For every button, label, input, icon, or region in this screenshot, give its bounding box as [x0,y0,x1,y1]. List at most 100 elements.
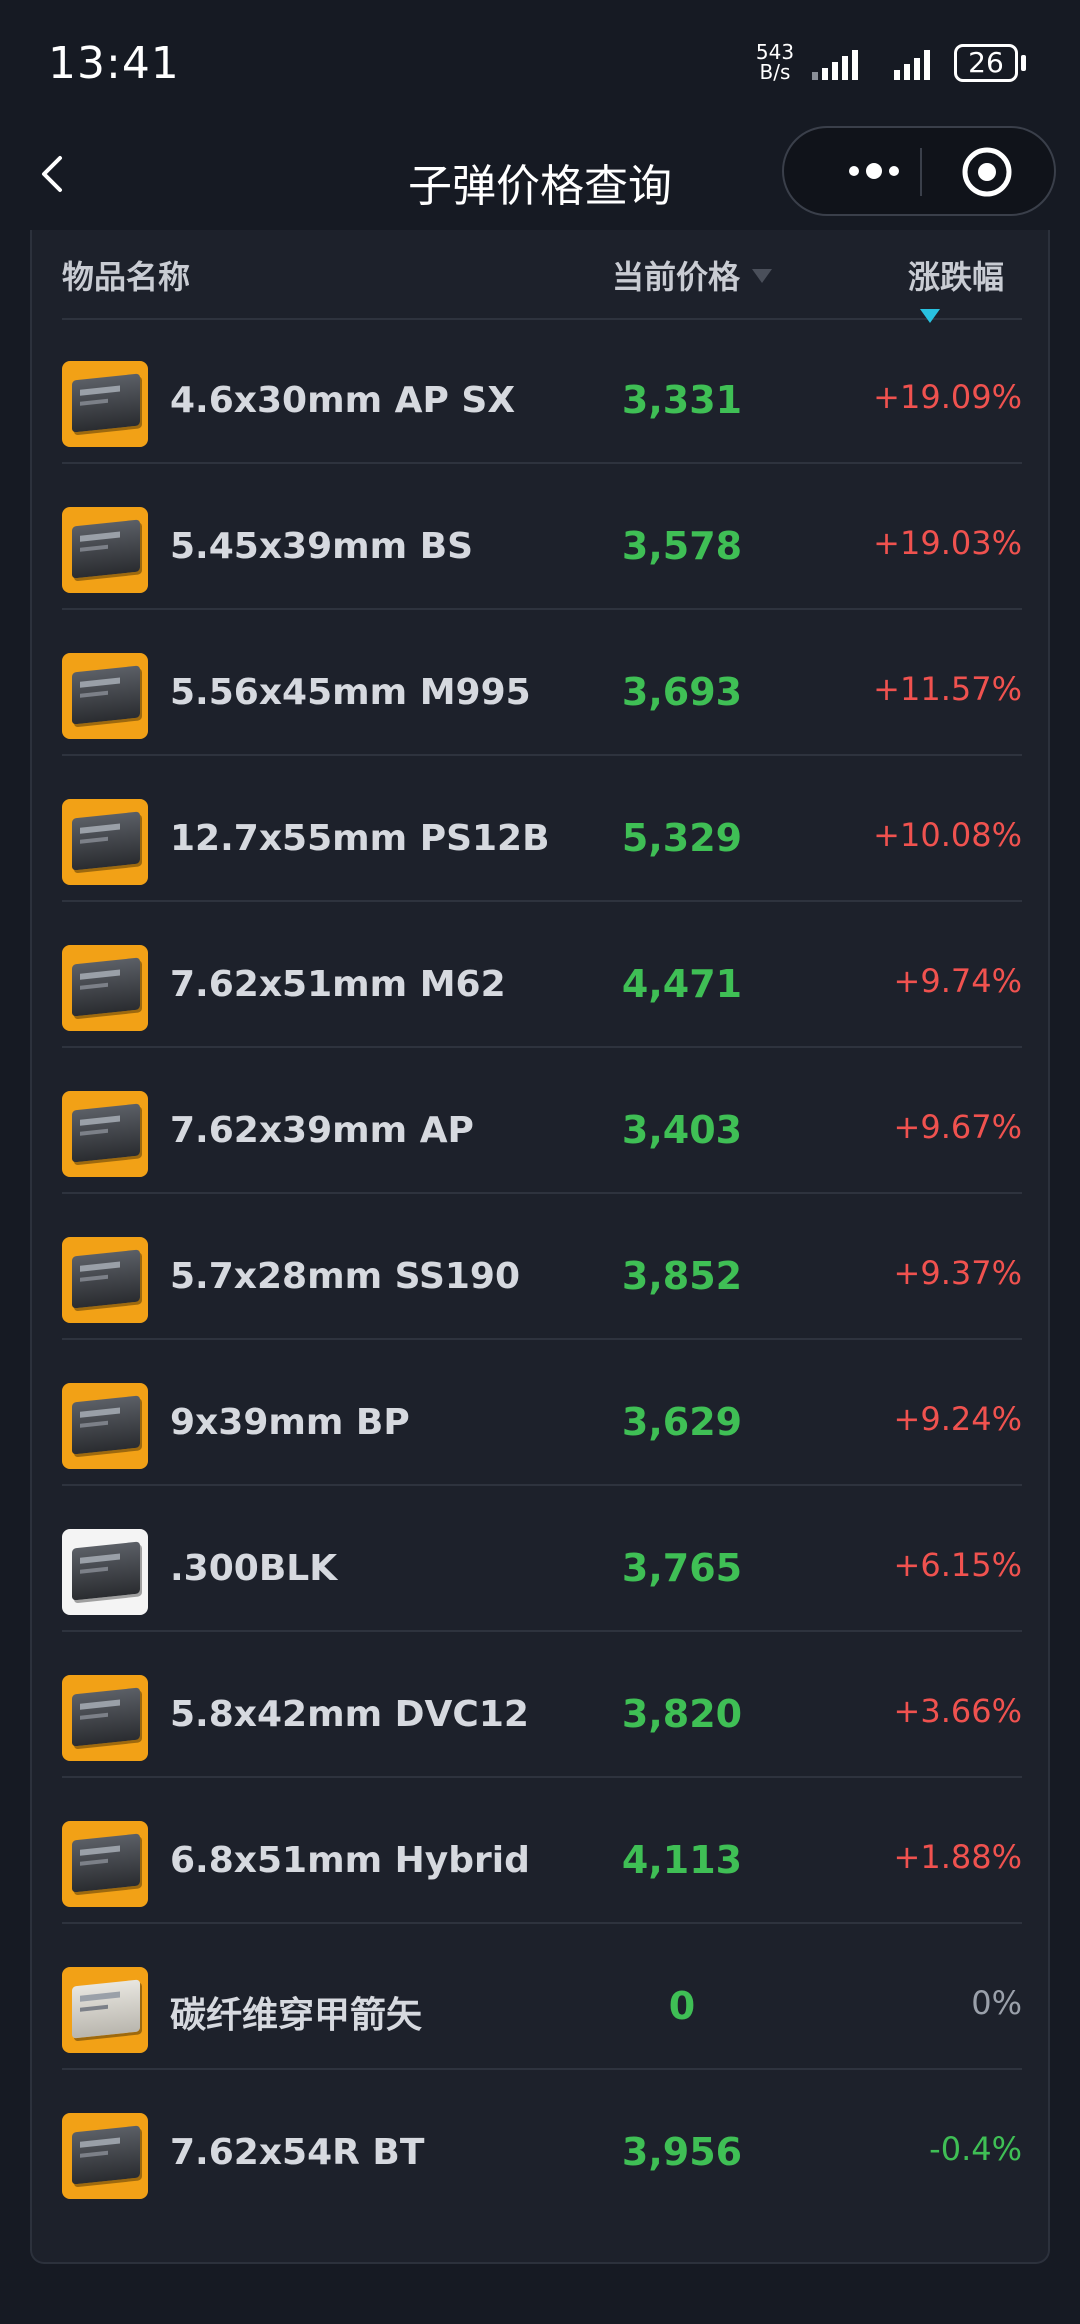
close-target-icon[interactable] [959,144,1015,200]
item-price: 4,113 [621,1838,743,1882]
item-name: 5.56x45mm M995 [170,672,531,713]
item-price: 3,852 [621,1254,743,1298]
table-row[interactable]: 7.62x39mm AP 3,403 +9.67% [62,1048,1022,1194]
column-header-change-label: 涨跌幅 [908,258,1005,296]
item-name: 4.6x30mm AP SX [170,380,516,421]
ammo-box-icon [62,799,148,885]
item-change: +9.37% [893,1254,1022,1292]
ammo-box-icon [62,507,148,593]
table-body: 4.6x30mm AP SX 3,331 +19.09% 5.45x39mm BS 3,… [62,318,1022,2216]
clock: 13:41 [48,38,180,89]
table-row[interactable]: 12.7x55mm PS12B 5,329 +10.08% [62,756,1022,902]
item-change: +6.15% [893,1546,1022,1584]
item-name: 7.62x54R BT [170,2132,425,2173]
ammo-box-shape [72,1103,140,1163]
table-row[interactable]: 7.62x54R BT 3,956 -0.4% [62,2070,1022,2216]
item-change: +9.67% [893,1108,1022,1146]
price-table-card: 物品名称 当前价格 涨跌幅 4.6x30mm AP SX 3,331 +19.09%… [30,230,1050,2264]
ammo-box-shape [72,373,140,433]
table-row[interactable]: 5.7x28mm SS190 3,852 +9.37% [62,1194,1022,1340]
item-price: 3,765 [621,1546,743,1590]
battery-tip [1021,55,1026,71]
ammo-box-shape [72,519,140,579]
ammo-box-shape [72,957,140,1017]
ammo-box-shape [72,665,140,725]
ammo-box-icon [62,1821,148,1907]
column-header-price-label: 当前价格 [612,258,741,296]
item-name: 7.62x51mm M62 [170,964,506,1005]
table-header: 物品名称 当前价格 涨跌幅 [62,230,1022,323]
net-speed-unit: B/s [759,60,791,84]
capsule-divider [920,148,922,196]
item-change: -0.4% [929,2130,1022,2168]
item-price: 3,693 [621,670,743,714]
item-price: 3,403 [621,1108,743,1152]
item-name: .300BLK [170,1548,338,1589]
ammo-box-shape [72,1249,140,1309]
ammo-box-icon [62,1237,148,1323]
more-icon[interactable] [824,128,920,214]
sort-down-icon [752,269,773,283]
item-name: 12.7x55mm PS12B [170,818,550,859]
table-row[interactable]: 5.56x45mm M995 3,693 +11.57% [62,610,1022,756]
table-row[interactable]: .300BLK 3,765 +6.15% [62,1486,1022,1632]
item-change: +19.03% [873,524,1022,562]
column-header-name[interactable]: 物品名称 [62,252,190,298]
ammo-box-icon [62,1091,148,1177]
item-price: 3,956 [621,2130,743,2174]
net-speed-value: 543 [755,40,795,64]
table-row[interactable]: 5.8x42mm DVC12 3,820 +3.66% [62,1632,1022,1778]
item-name: 5.7x28mm SS190 [170,1256,521,1297]
arrow-box-icon [62,1967,148,2053]
signal-icon [894,50,930,80]
table-row[interactable]: 5.45x39mm BS 3,578 +19.03% [62,464,1022,610]
ammo-box-shape [72,811,140,871]
item-change: +11.57% [873,670,1022,708]
item-price: 3,578 [621,524,743,568]
item-price: 3,629 [621,1400,743,1444]
item-price: 5,329 [621,816,743,860]
item-name: 6.8x51mm Hybrid [170,1840,530,1881]
item-change: +3.66% [893,1692,1022,1730]
net-speed: 543 B/s [752,42,798,82]
item-change: +10.08% [873,816,1022,854]
signal-icon [812,50,858,80]
battery-icon: 26 [954,44,1018,82]
mini-program-capsule [782,126,1056,216]
item-name: 5.8x42mm DVC12 [170,1694,529,1735]
ammo-box-shape [72,2125,140,2185]
nav-bar: 子弹价格查询 [0,120,1080,230]
table-row[interactable]: 碳纤维穿甲箭矢 0 0% [62,1924,1022,2070]
ammo-box-icon [62,361,148,447]
item-price: 3,820 [621,1692,743,1736]
table-row[interactable]: 4.6x30mm AP SX 3,331 +19.09% [62,318,1022,464]
ammo-box-shape [72,1979,140,2039]
table-row[interactable]: 9x39mm BP 3,629 +9.24% [62,1340,1022,1486]
item-change: +19.09% [873,378,1022,416]
ammo-box-icon [62,1675,148,1761]
status-bar: 13:41 543 B/s 26 [0,0,1080,120]
item-price: 3,331 [621,378,743,422]
ammo-box-shape [72,1833,140,1893]
ammo-box-shape [72,1541,140,1601]
ammo-box-shape [72,1395,140,1455]
ammo-box-icon [62,945,148,1031]
item-name: 碳纤维穿甲箭矢 [170,1995,423,2036]
column-header-price[interactable]: 当前价格 [612,252,773,298]
ammo-box-shape [72,1687,140,1747]
item-change: +9.74% [893,962,1022,1000]
item-name: 5.45x39mm BS [170,526,474,567]
table-row[interactable]: 6.8x51mm Hybrid 4,113 +1.88% [62,1778,1022,1924]
table-row[interactable]: 7.62x51mm M62 4,471 +9.74% [62,902,1022,1048]
ammo-box-icon [62,2113,148,2199]
item-change: +1.88% [893,1838,1022,1876]
item-name: 9x39mm BP [170,1402,410,1443]
ammo-box-icon [62,653,148,739]
item-change: +9.24% [893,1400,1022,1438]
item-price: 4,471 [621,962,743,1006]
ammo-box-icon [62,1383,148,1469]
item-name: 7.62x39mm AP [170,1110,474,1151]
ammo-box-icon [62,1529,148,1615]
item-price: 0 [668,1984,696,2028]
item-change: 0% [971,1984,1022,2022]
